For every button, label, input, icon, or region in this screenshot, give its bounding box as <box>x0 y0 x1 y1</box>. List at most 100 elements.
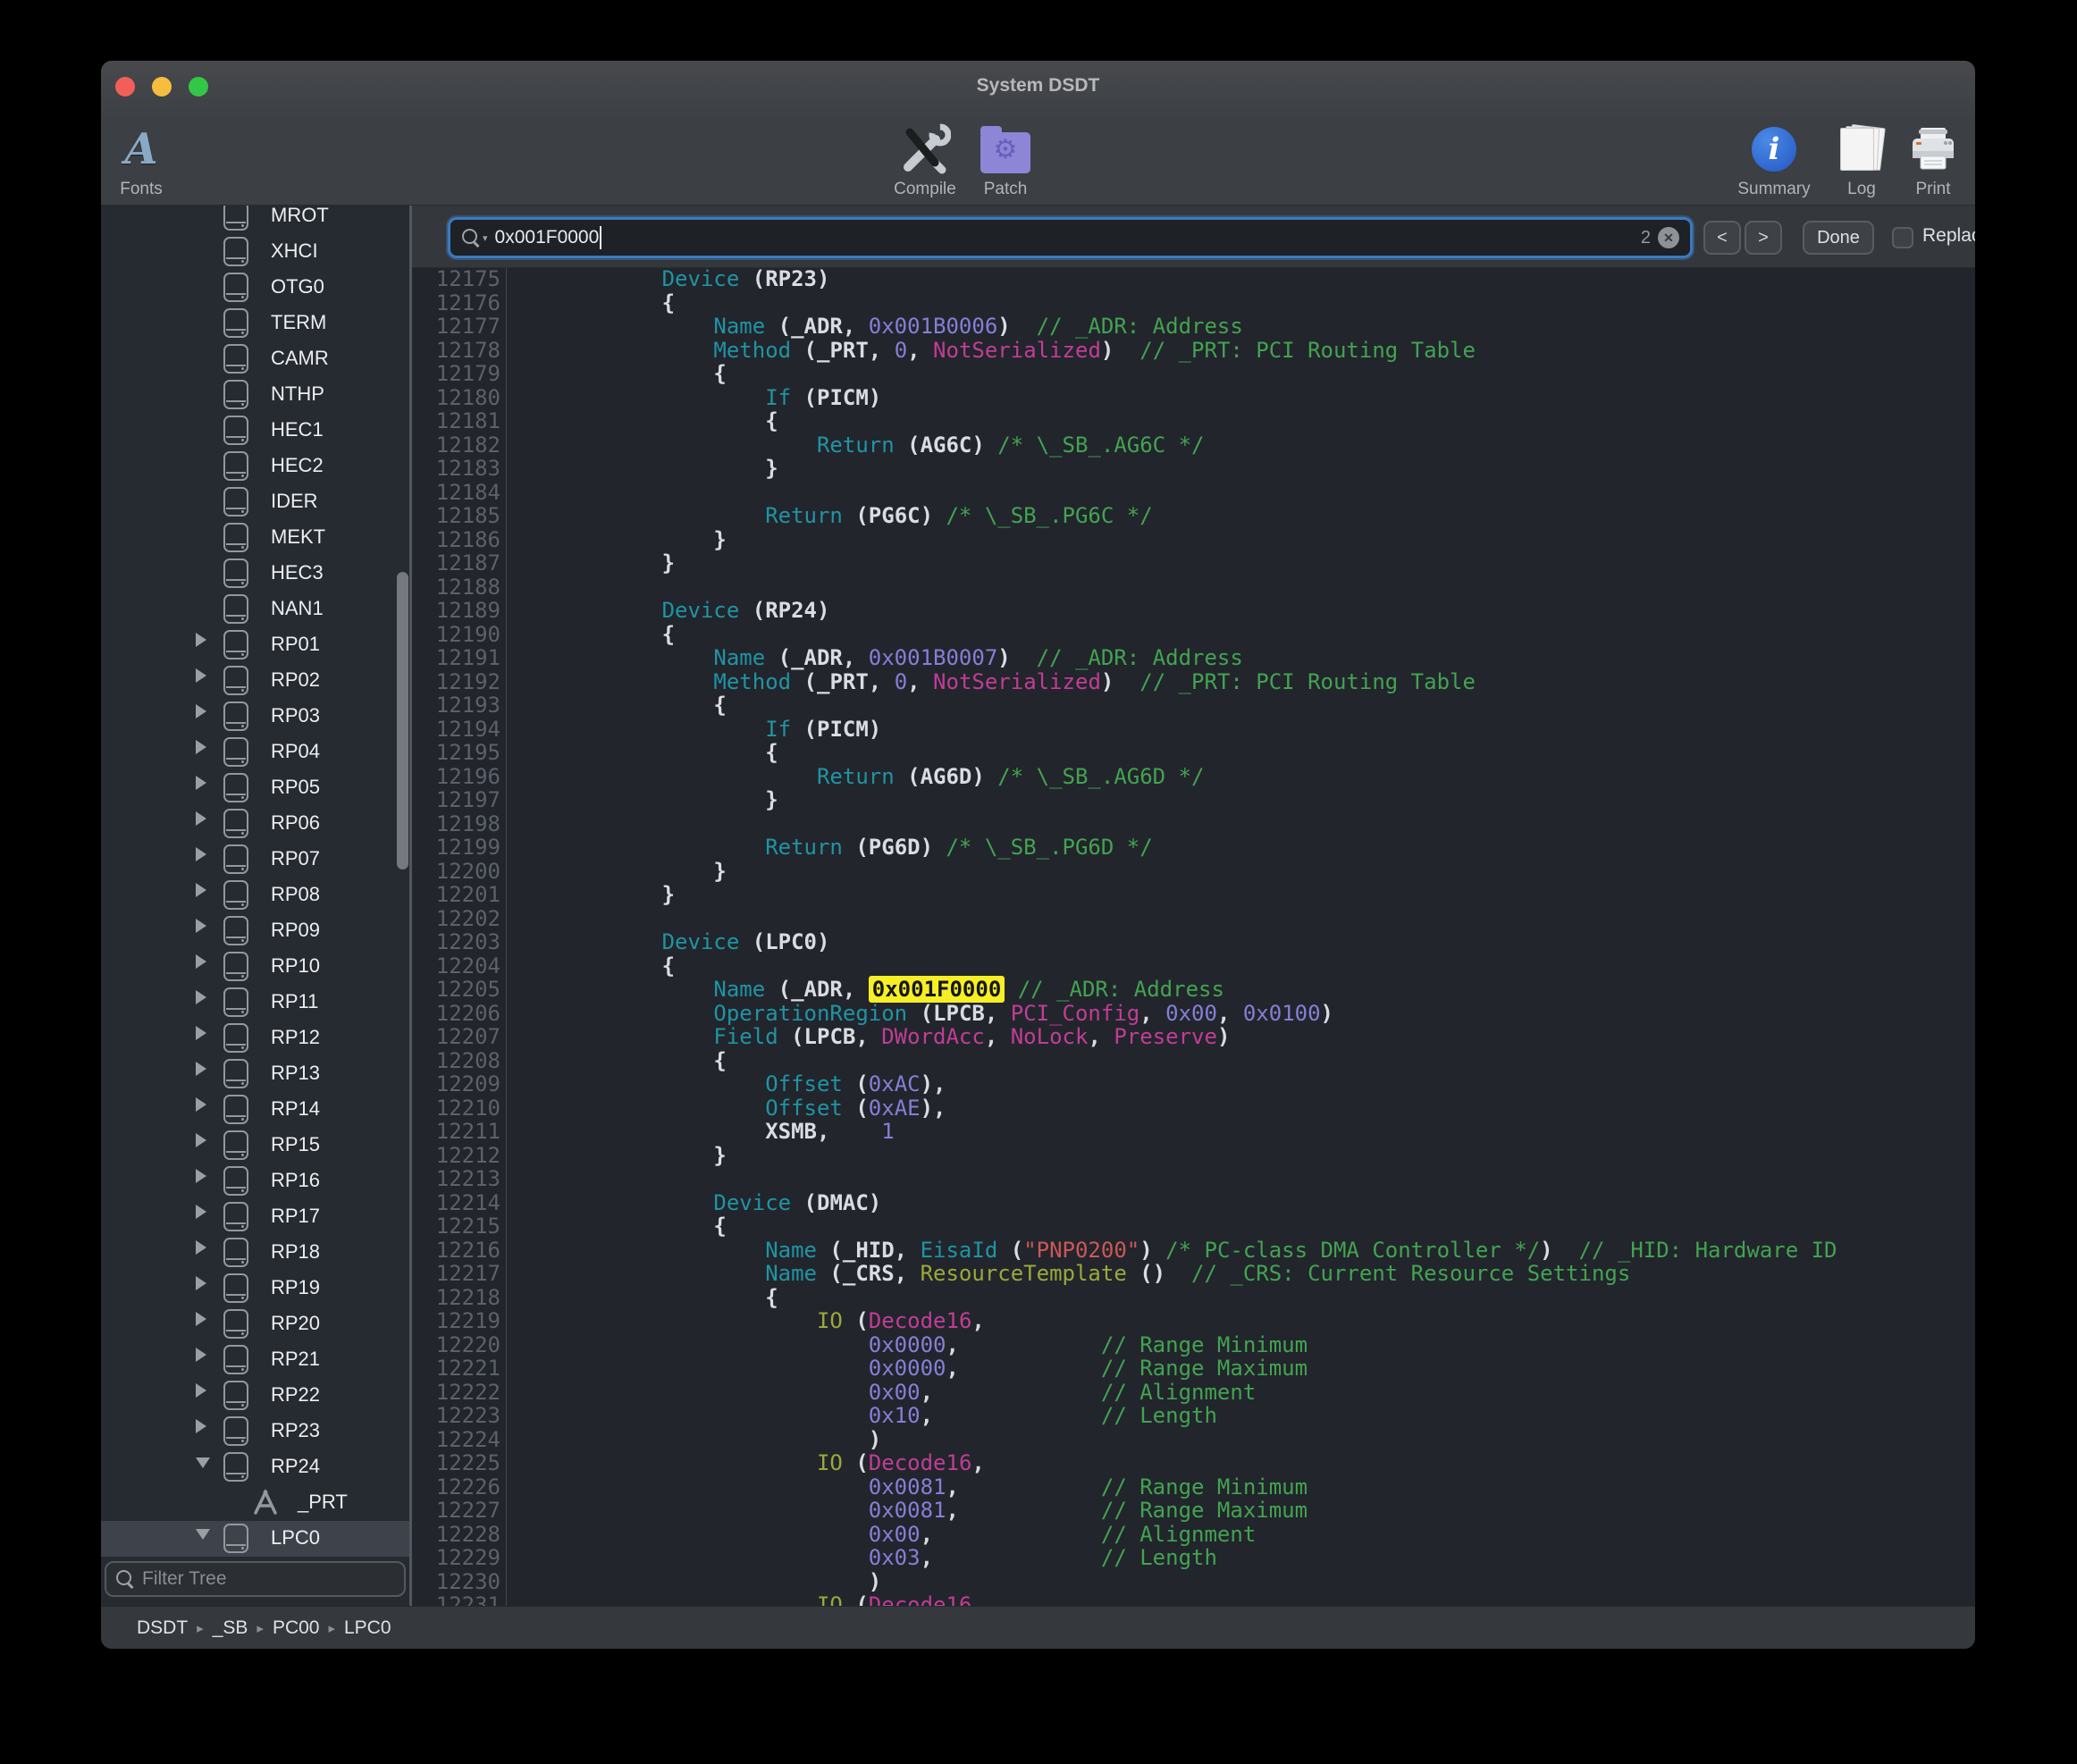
line-number: 12208 <box>412 1049 500 1073</box>
sidebar-item-label: TERM <box>271 311 326 334</box>
disclosure-closed-icon[interactable] <box>196 990 206 1004</box>
code-line: 0x0000, // Range Minimum <box>559 1333 1837 1357</box>
sidebar-item-ider[interactable]: IDER <box>101 484 409 520</box>
disclosure-closed-icon[interactable] <box>196 1383 206 1398</box>
sidebar-item-otg0[interactable]: OTG0 <box>101 270 409 306</box>
print-button[interactable]: Print <box>1875 120 1975 199</box>
sidebar-item-hec1[interactable]: HEC1 <box>101 413 409 449</box>
sidebar-item-rp18[interactable]: RP18 <box>101 1235 409 1271</box>
sidebar-item-rp21[interactable]: RP21 <box>101 1342 409 1378</box>
code-line: Return (PG6D) /* \_SB_.PG6D */ <box>559 836 1837 860</box>
breadcrumb-item-pc00[interactable]: PC00 <box>273 1617 320 1639</box>
sidebar-item-rp06[interactable]: RP06 <box>101 806 409 842</box>
gear-icon: ⚙ <box>980 134 1030 165</box>
disclosure-closed-icon[interactable] <box>196 668 206 683</box>
sidebar-item-rp17[interactable]: RP17 <box>101 1199 409 1235</box>
disclosure-closed-icon[interactable] <box>196 1312 206 1326</box>
sidebar-item-rp22[interactable]: RP22 <box>101 1378 409 1414</box>
sidebar-item-rp24[interactable]: RP24 <box>101 1449 409 1485</box>
sidebar-item-lpc0[interactable]: LPC0 <box>101 1521 409 1557</box>
disclosure-closed-icon[interactable] <box>196 847 206 861</box>
sidebar-item-nan1[interactable]: NAN1 <box>101 592 409 627</box>
disclosure-closed-icon[interactable] <box>196 1276 206 1290</box>
sidebar-item-camr[interactable]: CAMR <box>101 341 409 377</box>
filter-tree-input[interactable]: Filter Tree <box>105 1561 406 1597</box>
done-button[interactable]: Done <box>1803 221 1874 255</box>
disclosure-closed-icon[interactable] <box>196 919 206 933</box>
chevron-down-icon[interactable]: ▾ <box>483 232 488 244</box>
code-content[interactable]: Device (RP23) { Name (_ADR, 0x001B0006) … <box>559 268 1837 1606</box>
app-window: System DSDT A Fonts Compile ⚙ Patch <box>101 61 1975 1649</box>
breadcrumb-item-lpc0[interactable]: LPC0 <box>344 1617 391 1639</box>
sidebar-item-rp15[interactable]: RP15 <box>101 1128 409 1163</box>
code-line: { <box>559 1286 1837 1310</box>
disclosure-closed-icon[interactable] <box>196 811 206 826</box>
sidebar-item-label: _PRT <box>298 1491 348 1514</box>
disclosure-closed-icon[interactable] <box>196 740 206 754</box>
disclosure-closed-icon[interactable] <box>196 1133 206 1147</box>
sidebar-item-rp11[interactable]: RP11 <box>101 985 409 1021</box>
code-editor[interactable]: 1217512176121771217812179121801218112182… <box>412 268 1975 1606</box>
code-line: IO (Decode16, <box>559 1309 1837 1333</box>
device-icon <box>223 630 248 659</box>
line-number: 12180 <box>412 386 500 410</box>
sidebar-item-rp13[interactable]: RP13 <box>101 1056 409 1092</box>
sidebar-item-rp07[interactable]: RP07 <box>101 842 409 878</box>
find-previous-button[interactable]: < <box>1703 221 1741 255</box>
disclosure-closed-icon[interactable] <box>196 1205 206 1219</box>
clear-search-icon[interactable]: ✕ <box>1658 227 1679 248</box>
sidebar-item-rp10[interactable]: RP10 <box>101 949 409 985</box>
sidebar-item-label: NAN1 <box>271 597 324 620</box>
replace-checkbox[interactable] <box>1892 227 1913 248</box>
sidebar-item-rp14[interactable]: RP14 <box>101 1092 409 1128</box>
code-line: ) <box>559 1428 1837 1452</box>
disclosure-closed-icon[interactable] <box>196 704 206 718</box>
sidebar-item-rp03[interactable]: RP03 <box>101 699 409 735</box>
code-line: Name (_ADR, 0x001F0000 // _ADR: Address <box>559 978 1837 1002</box>
disclosure-closed-icon[interactable] <box>196 1062 206 1076</box>
sidebar-item-mekt[interactable]: MEKT <box>101 520 409 556</box>
sidebar-item-hec2[interactable]: HEC2 <box>101 449 409 484</box>
sidebar-item-hec3[interactable]: HEC3 <box>101 556 409 592</box>
fonts-button[interactable]: A Fonts <box>101 120 199 199</box>
breadcrumb-item-_sb[interactable]: _SB <box>213 1617 248 1639</box>
disclosure-open-icon[interactable] <box>196 1457 210 1468</box>
disclosure-closed-icon[interactable] <box>196 883 206 897</box>
line-number: 12223 <box>412 1404 500 1428</box>
sidebar-item-rp01[interactable]: RP01 <box>101 627 409 663</box>
patch-button[interactable]: ⚙ Patch <box>947 120 1064 199</box>
disclosure-closed-icon[interactable] <box>196 1348 206 1362</box>
sidebar-item-rp12[interactable]: RP12 <box>101 1021 409 1056</box>
disclosure-closed-icon[interactable] <box>196 1169 206 1183</box>
sidebar-item-rp23[interactable]: RP23 <box>101 1414 409 1449</box>
gutter-separator <box>506 268 507 1606</box>
sidebar-item-rp02[interactable]: RP02 <box>101 663 409 699</box>
disclosure-closed-icon[interactable] <box>196 633 206 647</box>
sidebar-item-rp09[interactable]: RP09 <box>101 913 409 949</box>
disclosure-closed-icon[interactable] <box>196 1240 206 1255</box>
disclosure-open-icon[interactable] <box>196 1529 210 1540</box>
disclosure-closed-icon[interactable] <box>196 954 206 969</box>
sidebar-item-rp20[interactable]: RP20 <box>101 1306 409 1342</box>
disclosure-closed-icon[interactable] <box>196 1026 206 1040</box>
sidebar-item-label: RP05 <box>271 776 320 799</box>
disclosure-closed-icon[interactable] <box>196 776 206 790</box>
sidebar-item-rp19[interactable]: RP19 <box>101 1271 409 1306</box>
sidebar-item-rp04[interactable]: RP04 <box>101 735 409 770</box>
sidebar-item-rp08[interactable]: RP08 <box>101 878 409 913</box>
disclosure-closed-icon[interactable] <box>196 1097 206 1112</box>
sidebar-item-nthp[interactable]: NTHP <box>101 377 409 413</box>
sidebar-item-mrot[interactable]: MROT <box>101 206 409 234</box>
sidebar-item-rp16[interactable]: RP16 <box>101 1163 409 1199</box>
device-icon <box>223 1059 248 1088</box>
search-input[interactable]: ▾ 0x001F0000 2 ✕ <box>448 217 1693 258</box>
sidebar-scrollbar[interactable] <box>397 572 408 869</box>
find-next-button[interactable]: > <box>1745 221 1782 255</box>
sidebar-item-rp05[interactable]: RP05 <box>101 770 409 806</box>
sidebar-item-xhci[interactable]: XHCI <box>101 234 409 270</box>
code-line: } <box>559 457 1837 481</box>
sidebar-item-term[interactable]: TERM <box>101 306 409 341</box>
sidebar-item-_prt[interactable]: _PRT <box>101 1485 409 1521</box>
disclosure-closed-icon[interactable] <box>196 1419 206 1433</box>
breadcrumb-item-dsdt[interactable]: DSDT <box>137 1617 188 1639</box>
